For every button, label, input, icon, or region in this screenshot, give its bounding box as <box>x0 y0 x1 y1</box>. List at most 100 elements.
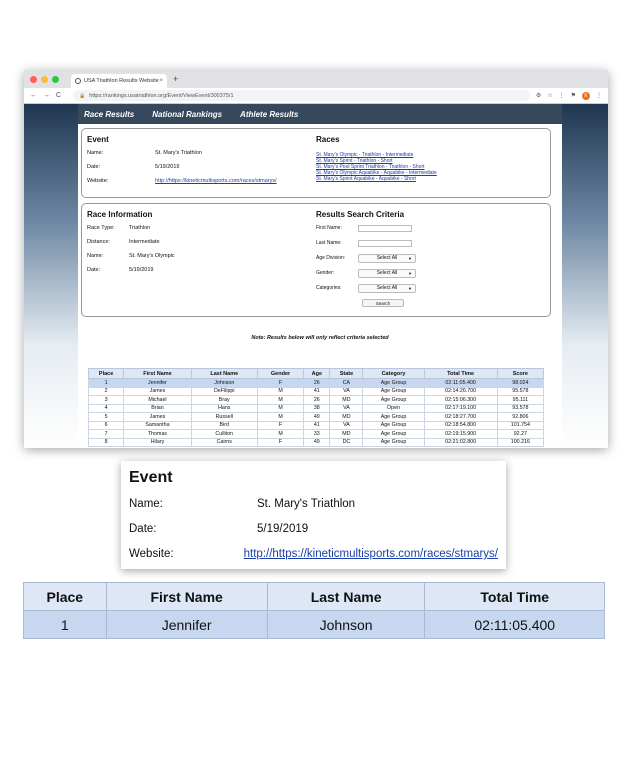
table-cell: Age Group <box>362 437 425 447</box>
table-row[interactable]: 8 Hilary Cairns F 49 DC Age Group 02:21:02.800 1… <box>87 437 545 447</box>
table-cell: 7 <box>87 429 125 439</box>
last-name-input[interactable] <box>358 239 412 247</box>
table-row[interactable]: 4 Brian Hans M 38 VA Open 02:17:19.100 93.578 <box>87 403 545 413</box>
zoom-col-first-name: First Name <box>105 582 268 611</box>
menu-dots-icon[interactable]: ⋮ <box>596 92 602 99</box>
table-cell: Jennifer <box>123 378 192 388</box>
table-cell: M <box>256 412 305 422</box>
zoom-cell-first-name: Jennifer <box>105 610 268 639</box>
event-website-link[interactable]: http://https://kineticmultisports.com/ra… <box>155 178 277 184</box>
table-cell: 02:18:27.700 <box>423 412 498 422</box>
back-arrow-icon[interactable]: ← <box>30 92 37 99</box>
table-cell: MD <box>329 429 364 439</box>
column-header[interactable]: Gender <box>256 368 305 379</box>
address-bar[interactable]: 🔒 https://rankings.usatriathlon.org/Even… <box>73 90 530 101</box>
column-header[interactable]: Age <box>303 368 331 379</box>
zoom-event-heading: Event <box>129 469 173 486</box>
event-panel: Event Name: St. Mary's Triathlon Date: 5/1… <box>81 128 551 198</box>
column-header[interactable]: Score <box>496 368 545 379</box>
table-cell: 26 <box>303 378 331 388</box>
race-link[interactable]: St. Mary's Sprint Aquabike - Aquabike - … <box>316 176 546 182</box>
table-row[interactable]: 2 James DeFilippi M 41 VA Age Group 02:14:26.70… <box>87 386 545 396</box>
table-cell: Bird <box>190 420 258 430</box>
extension-icon[interactable]: ⚙ <box>536 92 541 99</box>
table-cell: Hans <box>190 403 258 413</box>
maximize-window-icon[interactable] <box>52 75 59 83</box>
table-cell: DC <box>329 437 364 447</box>
column-header[interactable]: State <box>329 368 364 379</box>
first-name-label: First Name: <box>316 225 342 231</box>
event-name-label: Name: <box>87 150 104 156</box>
close-window-icon[interactable] <box>30 75 37 83</box>
race-date-label: Date: <box>87 267 101 273</box>
table-cell: 02:15:06.300 <box>423 395 498 405</box>
new-tab-icon[interactable]: + <box>173 74 178 84</box>
table-cell: 8 <box>87 437 125 447</box>
race-distance-value: Intermediate <box>129 239 160 245</box>
table-cell: 98.024 <box>496 378 545 388</box>
event-zoom-inset: Event Name: St. Mary's Triathlon Date: 5/1… <box>121 461 506 569</box>
zoom-date-value: 5/19/2019 <box>257 523 309 535</box>
table-cell: Michael <box>123 395 192 405</box>
minimize-window-icon[interactable] <box>41 75 48 83</box>
table-cell: Brian <box>123 403 192 413</box>
race-type-value: Triathlon <box>129 225 151 231</box>
profile-avatar[interactable]: K <box>582 91 590 100</box>
column-header[interactable]: Total Time <box>423 368 498 379</box>
table-cell: 02:21:02.800 <box>423 437 498 447</box>
table-cell: Culliton <box>190 429 258 439</box>
column-header[interactable]: Category <box>362 368 425 379</box>
table-cell: 92.27 <box>496 429 545 439</box>
gender-label: Gender: <box>316 270 335 276</box>
table-cell: Hilary <box>123 437 192 447</box>
bookmark-star-icon[interactable]: ☆ <box>547 92 552 99</box>
menu-dots-icon-left[interactable]: ⋮ <box>559 92 565 99</box>
table-cell: Age Group <box>362 429 425 439</box>
browser-tab[interactable]: USA Triathlon Results Website × <box>71 74 167 88</box>
table-cell: M <box>256 403 305 413</box>
table-row[interactable]: 7 Thomas Culliton M 33 MD Age Group 02:19:15.90… <box>87 429 545 439</box>
race-info-heading: Race Information <box>87 210 153 219</box>
race-type-label: Race Type: <box>87 225 115 231</box>
zoom-website-link[interactable]: http://https://kineticmultisports.com/ra… <box>244 548 498 560</box>
table-cell: Cairns <box>190 437 258 447</box>
close-tab-icon[interactable]: × <box>159 78 163 84</box>
search-button[interactable]: Search <box>362 299 404 307</box>
event-website-label: Website: <box>87 178 109 184</box>
forward-arrow-icon[interactable]: → <box>43 92 50 99</box>
nav-athlete-results[interactable]: Athlete Results <box>240 110 298 119</box>
zoom-table-row[interactable]: 1 Jennifer Johnson 02:11:05.400 <box>23 610 605 639</box>
table-row[interactable]: 3 Michael Bray M 26 MD Age Group 02:15:06.300 95… <box>87 395 545 405</box>
table-cell: 92.806 <box>496 412 545 422</box>
nav-national-rankings[interactable]: National Rankings <box>152 110 222 119</box>
table-cell: 02:11:05.400 <box>423 378 498 388</box>
table-row[interactable]: 6 Samantha Bird F 41 VA Age Group 02:18:54.800 1… <box>87 420 545 430</box>
table-cell: 100.216 <box>496 437 545 447</box>
column-header[interactable]: First Name <box>123 368 192 379</box>
chevron-down-icon: ▼ <box>408 270 412 276</box>
table-cell: 5 <box>87 412 125 422</box>
flag-icon[interactable]: ⚑ <box>571 92 576 99</box>
table-cell: DeFilippi <box>190 386 258 396</box>
gender-select[interactable]: Select All ▼ <box>358 268 416 278</box>
zoom-col-total-time: Total Time <box>424 582 605 611</box>
table-cell: 1 <box>87 378 125 388</box>
age-division-select[interactable]: Select All ▼ <box>358 253 416 263</box>
nav-race-results[interactable]: Race Results <box>84 110 134 119</box>
table-cell: 3 <box>87 395 125 405</box>
last-name-label: Last Name: <box>316 240 342 246</box>
table-row[interactable]: 5 James Russell M 49 MD Age Group 02:18:27.700 9… <box>87 412 545 422</box>
zoom-website-label: Website: <box>129 548 174 560</box>
column-header[interactable]: Last Name <box>190 368 258 379</box>
first-name-input[interactable] <box>358 224 412 232</box>
table-row[interactable]: 1 Jennifer Johnson F 26 CA Age Group 02:11:05.4… <box>87 378 545 388</box>
race-name-label: Name: <box>87 253 104 259</box>
event-heading: Event <box>87 135 109 144</box>
reload-icon[interactable]: C <box>56 92 61 99</box>
table-cell: 4 <box>87 403 125 413</box>
categories-select[interactable]: Select All ▼ <box>358 283 416 293</box>
column-header[interactable]: Place <box>87 368 125 379</box>
table-cell: F <box>256 420 305 430</box>
table-cell: Russell <box>190 412 258 422</box>
table-cell: Johnson <box>190 378 258 388</box>
